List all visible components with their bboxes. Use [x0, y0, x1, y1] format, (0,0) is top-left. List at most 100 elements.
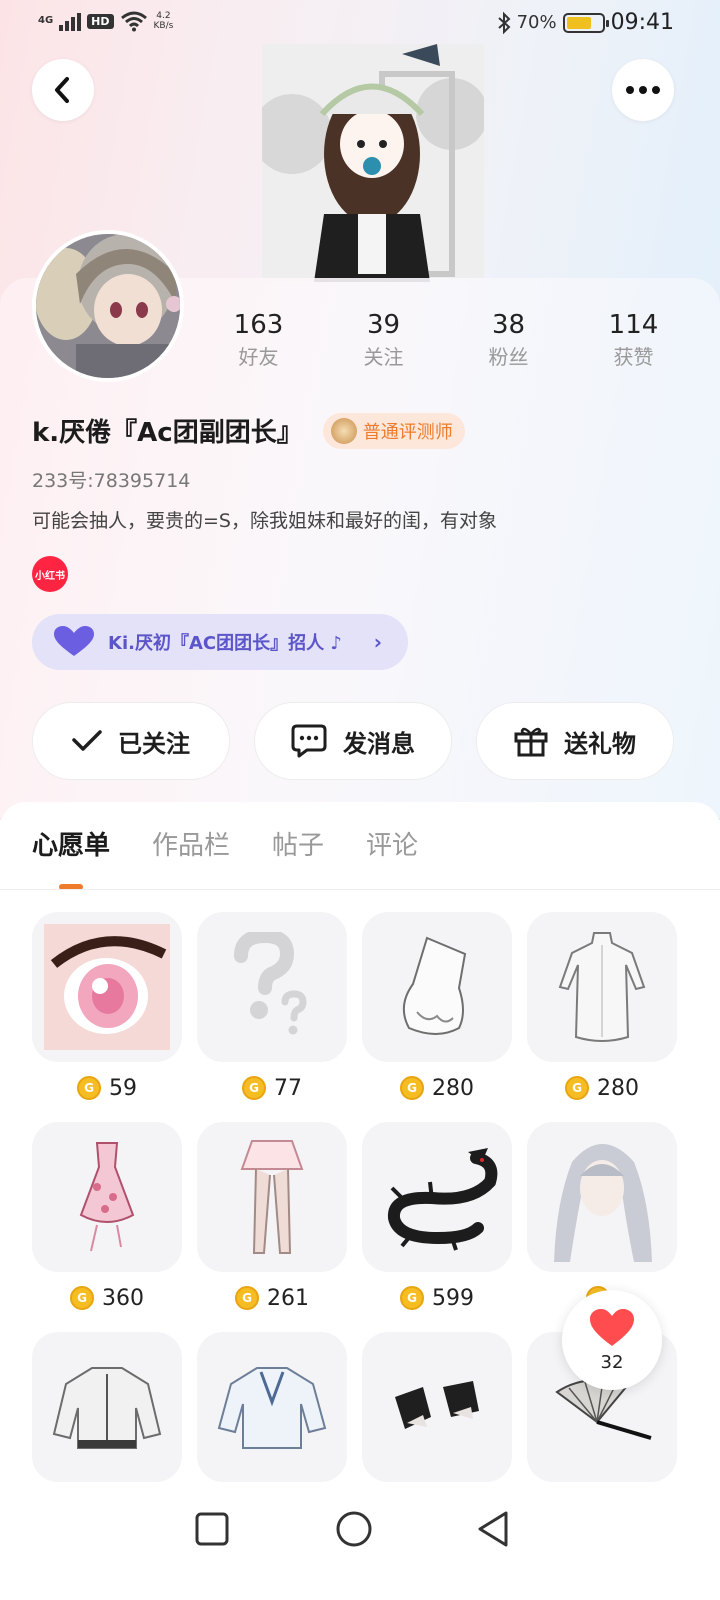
avatar[interactable] [32, 230, 184, 382]
followed-button[interactable]: 已关注 [32, 702, 230, 780]
tab-works[interactable]: 作品栏 [152, 826, 230, 866]
price-value: 280 [597, 1075, 639, 1101]
tab-comments[interactable]: 评论 [366, 826, 418, 866]
user-id: 233号:78395714 [32, 470, 191, 492]
wifi-icon [120, 11, 147, 32]
chevron-left-icon [55, 77, 69, 103]
status-left: 4G HD 4.2 KB/s [38, 10, 173, 32]
stat-fans[interactable]: 38 粉丝 [446, 308, 571, 372]
stat-number: 38 [491, 310, 526, 340]
black-dragon-icon [362, 1122, 512, 1272]
skirt-stockings-icon [197, 1122, 347, 1272]
send-message-label: 发消息 [343, 729, 415, 758]
stat-likes[interactable]: 114 获赞 [571, 308, 696, 372]
profile-bio: 可能会抽人，要贵的=S，除我姐妹和最好的闺，有对象 [32, 510, 497, 532]
price-value: 261 [267, 1285, 309, 1311]
price-value: 599 [432, 1285, 474, 1311]
chat-bubble-icon [291, 724, 327, 758]
gold-coin-icon: G [77, 1076, 101, 1100]
back-button[interactable] [32, 59, 94, 121]
gold-coin-icon: G [70, 1286, 94, 1310]
wishlist-item[interactable]: G 360 [32, 1122, 182, 1324]
profile-name: k.厌倦『Ac团副团长』 [32, 418, 303, 448]
stat-number: 114 [608, 310, 659, 340]
status-right: 70% 09:41 [497, 10, 674, 35]
wishlist-item[interactable]: G 261 [197, 1122, 347, 1324]
wishlist-item[interactable]: G 280 [527, 912, 677, 1114]
stat-number: 39 [366, 310, 401, 340]
black-cuffs-icon [362, 1332, 512, 1482]
speed-unit: KB/s [153, 21, 174, 31]
clock: 09:41 [610, 10, 674, 35]
status-bar: 4G HD 4.2 KB/s 70% 09:41 [0, 0, 720, 48]
item-price: G 59 [32, 1062, 182, 1114]
tab-posts[interactable]: 帖子 [272, 826, 324, 866]
like-button[interactable]: 32 [562, 1290, 662, 1390]
white-glove-icon [362, 912, 512, 1062]
reviewer-badge[interactable]: 普通评测师 [322, 412, 465, 449]
stat-friends[interactable]: 163 好友 [196, 308, 321, 372]
action-buttons: 已关注 发消息 送礼物 [32, 702, 674, 780]
stat-label: 关注 [363, 345, 404, 369]
gold-coin-icon: G [235, 1286, 259, 1310]
wishlist-item[interactable]: G 280 [362, 912, 512, 1114]
speed-value: 4.2 [156, 11, 171, 21]
gold-coin-icon: G [242, 1076, 266, 1100]
profile-stats: 163 好友 39 关注 38 粉丝 114 获赞 [196, 308, 696, 372]
item-price: G 280 [527, 1062, 677, 1114]
price-value: 280 [432, 1075, 474, 1101]
white-dress-icon [527, 912, 677, 1062]
signal-icon [59, 11, 82, 31]
hoodie-jacket-icon [32, 1332, 182, 1482]
hd-badge: HD [87, 13, 114, 29]
gold-coin-icon: G [400, 1076, 424, 1100]
heart-icon [590, 1308, 634, 1346]
silver-hair-icon [527, 1122, 677, 1272]
send-gift-label: 送礼物 [564, 729, 636, 758]
gold-coin-icon: G [565, 1076, 589, 1100]
more-options-button[interactable] [612, 59, 674, 121]
anime-eye-icon [32, 912, 182, 1062]
item-price: G 599 [362, 1272, 512, 1324]
battery-percent: 70% [516, 12, 557, 33]
purple-heart-icon [54, 626, 94, 656]
profile-banner-image [262, 44, 484, 282]
back-triangle-icon[interactable] [476, 1510, 510, 1548]
check-icon [72, 730, 102, 751]
group-recruit-label: Ki.厌初『AC团团长』招人 ♪ [108, 633, 342, 654]
name-row: k.厌倦『Ac团副团长』 普通评测师 [32, 412, 465, 449]
system-navigation-bar [0, 1490, 720, 1600]
gift-box-icon [514, 727, 548, 757]
item-price: G 261 [197, 1272, 347, 1324]
home-icon[interactable] [335, 1510, 373, 1548]
question-mark-icon [197, 912, 347, 1062]
profile-tabs: 心愿单 作品栏 帖子 评论 [32, 826, 418, 866]
stat-label: 获赞 [613, 345, 654, 369]
recent-apps-icon[interactable] [195, 1512, 229, 1546]
wishlist-item[interactable]: G 59 [32, 912, 182, 1114]
wishlist-item[interactable]: G 599 [362, 1122, 512, 1324]
badge-avatar-icon [330, 417, 357, 444]
profile-content: 心愿单 作品栏 帖子 评论 G 59 G 77 G 280 G 280 G 36… [0, 802, 720, 1600]
xiaohongshu-link-icon[interactable]: 小红书 [32, 556, 68, 592]
denim-jacket-icon [197, 1332, 347, 1482]
tab-wishlist[interactable]: 心愿单 [32, 826, 110, 866]
pink-dress-icon [32, 1122, 182, 1272]
item-price: G 360 [32, 1272, 182, 1324]
chevron-right-icon: › [373, 630, 382, 654]
send-gift-button[interactable]: 送礼物 [476, 702, 674, 780]
price-value: 59 [109, 1075, 137, 1101]
stat-label: 粉丝 [488, 345, 529, 369]
gold-coin-icon: G [400, 1286, 424, 1310]
network-speed: 4.2 KB/s [154, 11, 174, 31]
network-type: 4G [38, 15, 54, 26]
tab-divider [0, 889, 720, 890]
followed-label: 已关注 [118, 729, 190, 758]
stat-following[interactable]: 39 关注 [321, 308, 446, 372]
send-message-button[interactable]: 发消息 [254, 702, 452, 780]
like-count: 32 [600, 1351, 624, 1373]
stat-label: 好友 [238, 345, 279, 369]
group-recruit-button[interactable]: Ki.厌初『AC团团长』招人 ♪ › [32, 614, 408, 670]
wishlist-item[interactable]: G 77 [197, 912, 347, 1114]
battery-icon [562, 12, 609, 33]
